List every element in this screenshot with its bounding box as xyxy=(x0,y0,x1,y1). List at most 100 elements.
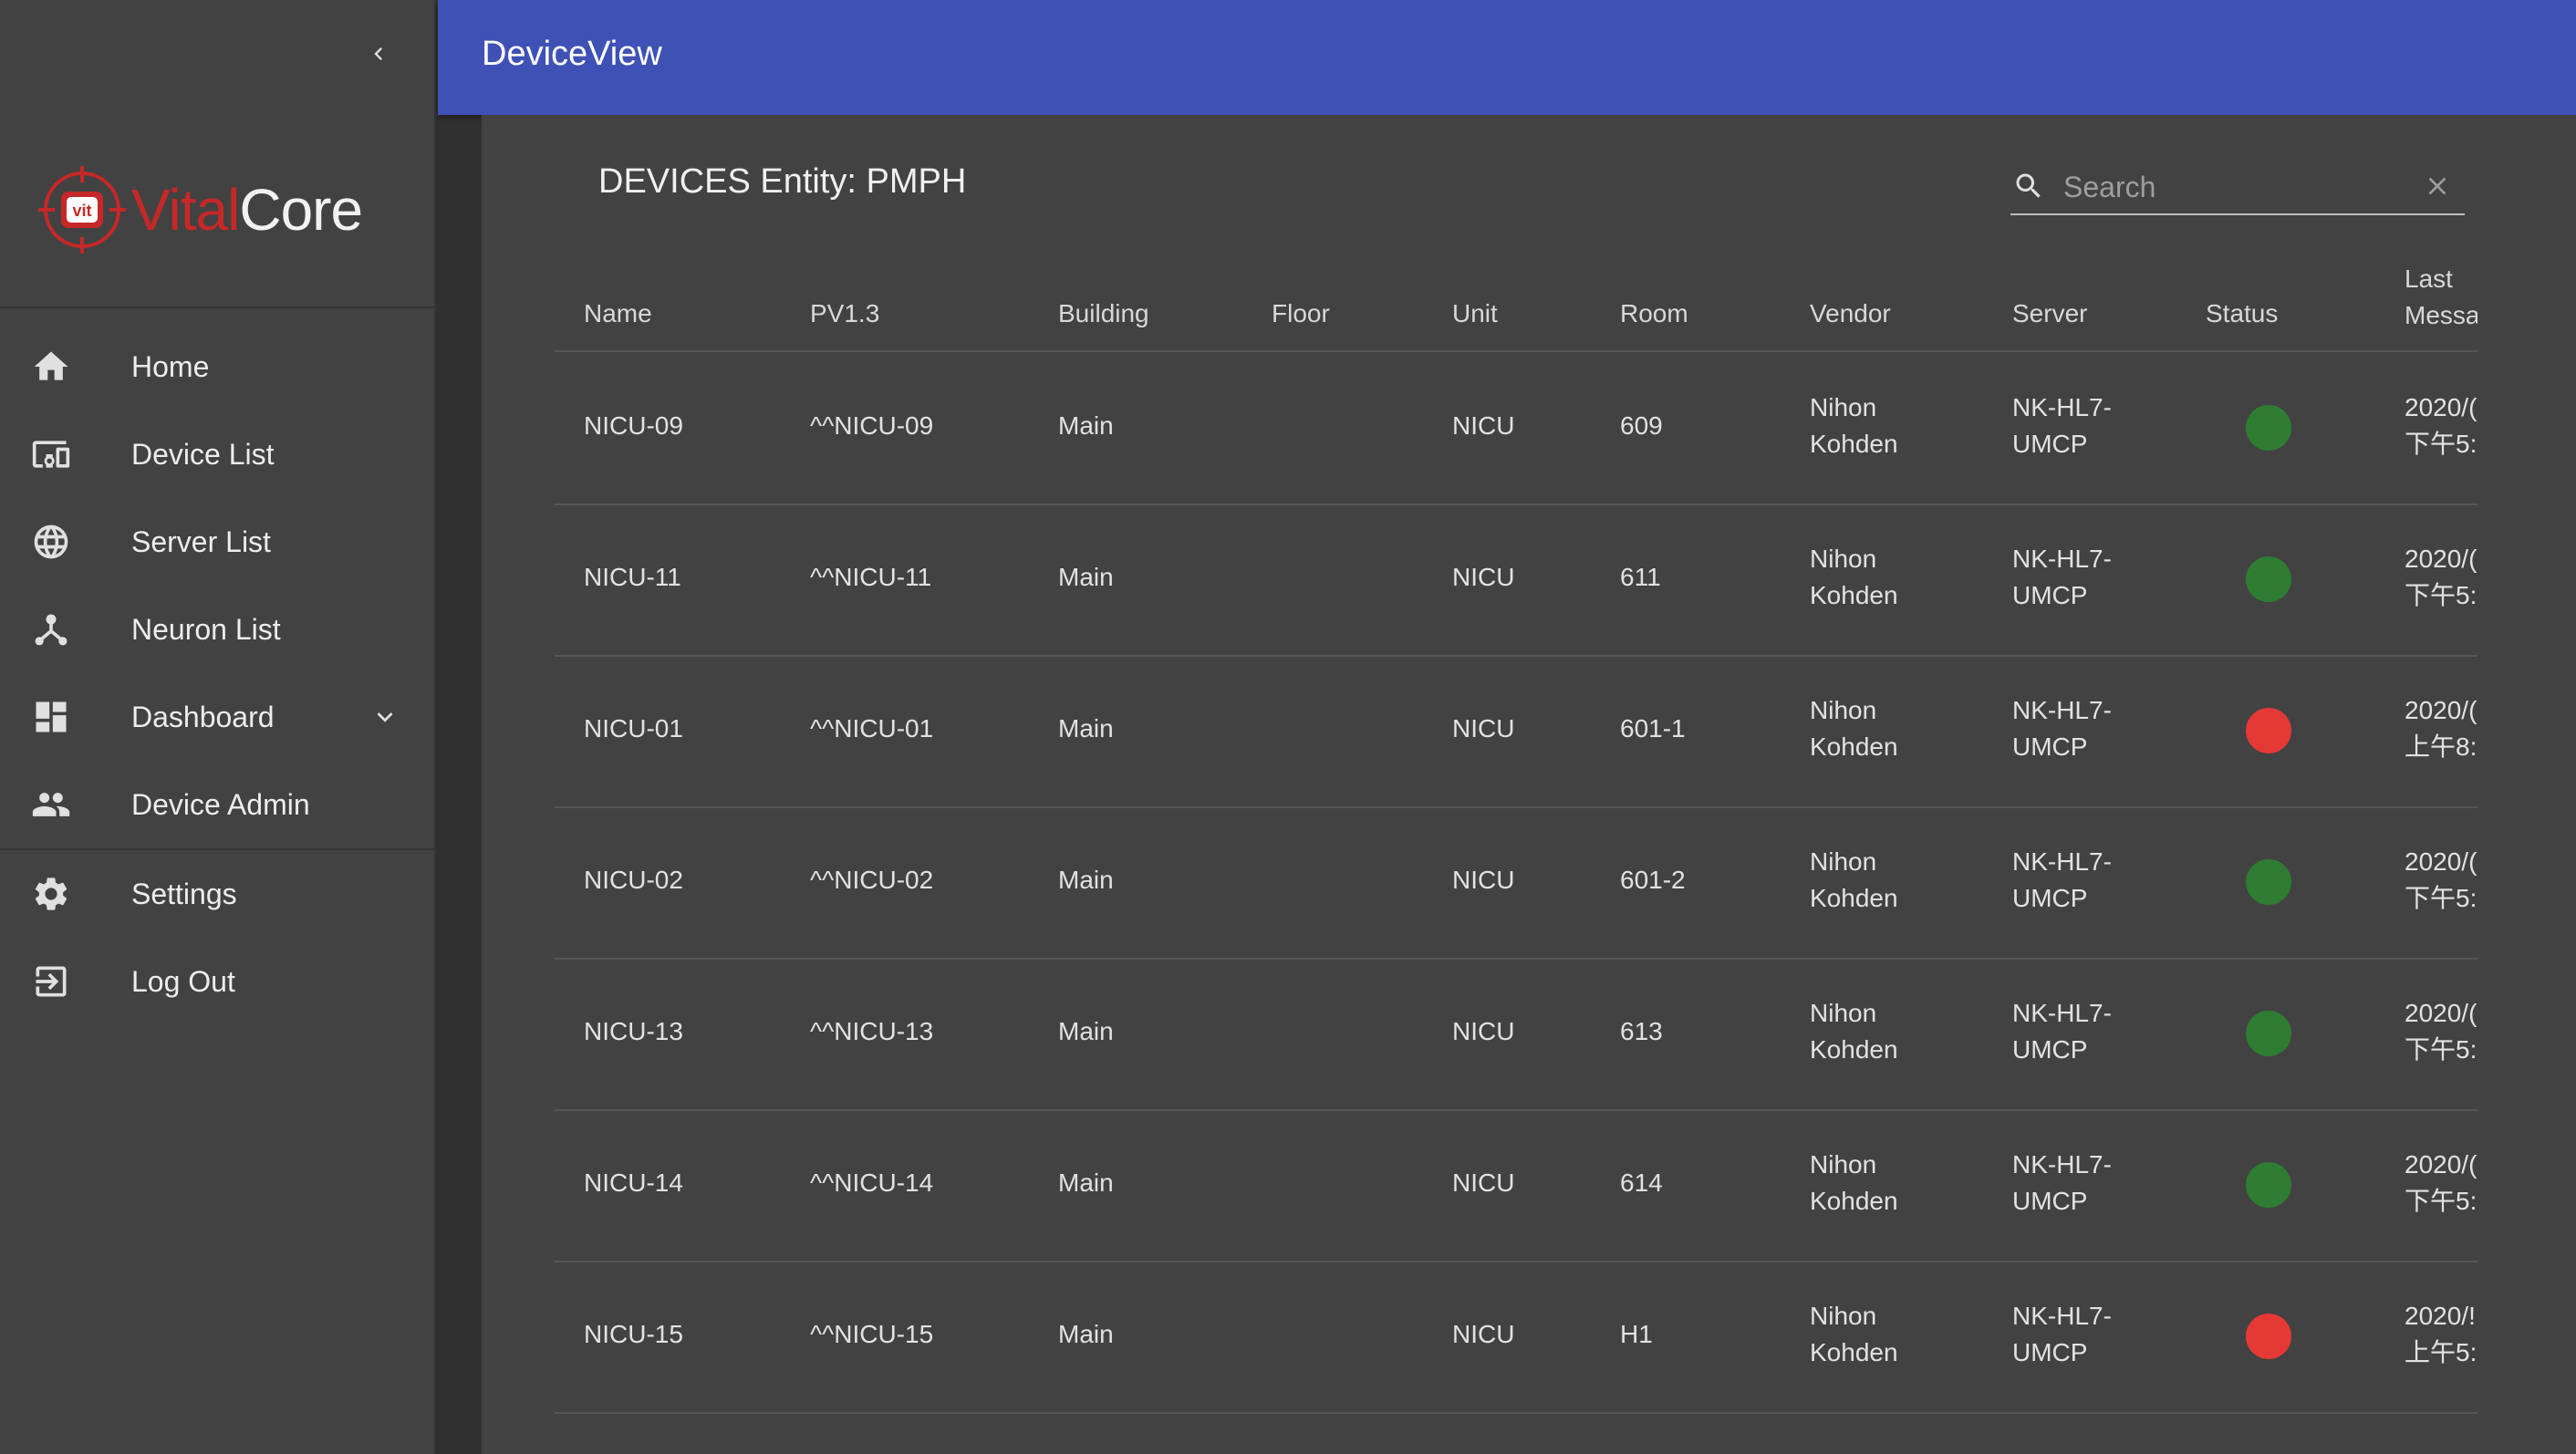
people-icon xyxy=(29,783,73,826)
sidebar-item-label: Log Out xyxy=(131,964,235,998)
column-header-room[interactable]: Room xyxy=(1620,296,1688,332)
sidebar-item-settings[interactable]: Settings xyxy=(0,850,436,938)
cell-vendor: Nihon Kohden xyxy=(1810,999,1898,1064)
gear-icon xyxy=(29,872,73,916)
cell-room: 609 xyxy=(1620,411,1663,440)
page-title: DEVICES Entity: PMPH xyxy=(598,162,967,201)
logout-icon xyxy=(29,960,73,1003)
devices-icon xyxy=(29,432,73,476)
cell-pv13: ^^NICU-13 xyxy=(810,1017,934,1045)
cell-last: 2020/(下午5: xyxy=(2405,1150,2477,1215)
sidebar-item-home[interactable]: Home xyxy=(0,323,436,410)
cell-room: 601-2 xyxy=(1620,866,1686,894)
sidebar-item-label: Device List xyxy=(131,437,275,471)
sidebar-item-neuron-list[interactable]: Neuron List xyxy=(0,586,436,673)
sidebar-item-dashboard[interactable]: Dashboard xyxy=(0,673,436,761)
column-header-building[interactable]: Building xyxy=(1058,296,1149,332)
cell-server: NK-HL7- UMCP xyxy=(2012,999,2112,1064)
cell-unit: NICU xyxy=(1452,1320,1515,1348)
cell-pv13: ^^NICU-15 xyxy=(810,1320,934,1348)
cell-server: NK-HL7- UMCP xyxy=(2012,696,2112,761)
dashboard-icon xyxy=(29,695,73,739)
search-field xyxy=(2010,161,2465,215)
table-row[interactable]: NICU-02 ^^NICU-02 Main NICU 601-2 Nihon Kohden… xyxy=(555,806,2477,960)
sidebar-item-label: Neuron List xyxy=(131,612,281,646)
status-indicator-icon xyxy=(2246,556,2291,602)
cell-unit: NICU xyxy=(1452,563,1515,591)
cell-name: NICU-13 xyxy=(584,1017,683,1045)
table-row[interactable]: NICU-01 ^^NICU-01 Main NICU 601-1 Nihon Kohden… xyxy=(555,655,2477,808)
cell-building: Main xyxy=(1058,1168,1114,1197)
devices-card: DEVICES Entity: PMPH Name PV1.3 Building… xyxy=(482,115,2576,1454)
cell-vendor: Nihon Kohden xyxy=(1810,696,1898,761)
cell-room: 613 xyxy=(1620,1017,1663,1045)
column-header-name[interactable]: Name xyxy=(584,296,652,332)
cell-last: 2020/! 上午5: xyxy=(2405,1302,2477,1366)
column-header-vendor[interactable]: Vendor xyxy=(1810,296,1891,332)
cell-last: 2020/(上午8: xyxy=(2405,696,2477,761)
sidebar-item-server-list[interactable]: Server List xyxy=(0,498,436,586)
cell-room: 611 xyxy=(1620,563,1661,591)
table-header: Name PV1.3 Building Floor Unit Room Vend… xyxy=(555,243,2477,352)
cell-name: NICU-01 xyxy=(584,714,683,743)
cell-pv13: ^^NICU-01 xyxy=(810,714,934,743)
cell-pv13: ^^NICU-09 xyxy=(810,411,934,440)
app-bar: DeviceView xyxy=(438,0,2576,115)
search-input[interactable] xyxy=(2062,164,2403,210)
cell-unit: NICU xyxy=(1452,714,1515,743)
cell-pv13: ^^NICU-14 xyxy=(810,1168,934,1197)
sidebar-divider xyxy=(0,306,436,308)
sidebar-item-log-out[interactable]: Log Out xyxy=(0,938,436,1025)
cell-vendor: Nihon Kohden xyxy=(1810,1150,1898,1215)
cell-pv13: ^^NICU-11 xyxy=(810,563,932,591)
column-header-floor[interactable]: Floor xyxy=(1272,296,1330,332)
cell-last: 2020/(下午5: xyxy=(2405,393,2477,458)
cell-unit: NICU xyxy=(1452,1168,1515,1197)
cell-name: NICU-02 xyxy=(584,866,683,894)
column-header-last-message[interactable]: Last Messa xyxy=(2405,261,2477,334)
cell-building: Main xyxy=(1058,1017,1114,1045)
cell-building: Main xyxy=(1058,866,1114,894)
cell-room: H1 xyxy=(1620,1320,1653,1348)
search-icon xyxy=(2016,173,2041,198)
table-row[interactable]: NICU-13 ^^NICU-13 Main NICU 613 Nihon Kohden NK… xyxy=(555,958,2477,1111)
table-row[interactable]: NICU-11 ^^NICU-11 Main NICU 611 Nihon Kohden NK… xyxy=(555,504,2477,657)
table-row[interactable]: NICU-09 ^^NICU-09 Main NICU 609 Nihon Kohden NK… xyxy=(555,352,2477,505)
chevron-left-icon xyxy=(374,47,382,60)
cell-vendor: Nihon Kohden xyxy=(1810,393,1898,458)
column-header-server[interactable]: Server xyxy=(2012,296,2087,332)
sidebar-item-device-list[interactable]: Device List xyxy=(0,410,436,498)
table-row[interactable]: NICU-14 ^^NICU-14 Main NICU 614 Nihon Kohden NK… xyxy=(555,1109,2477,1262)
cell-building: Main xyxy=(1058,411,1114,440)
cell-name: NICU-11 xyxy=(584,563,681,591)
cell-name: NICU-15 xyxy=(584,1320,683,1348)
cell-server: NK-HL7- UMCP xyxy=(2012,847,2112,912)
column-header-unit[interactable]: Unit xyxy=(1452,296,1498,332)
cell-last: 2020/(下午5: xyxy=(2405,847,2477,912)
cell-building: Main xyxy=(1058,714,1114,743)
cell-building: Main xyxy=(1058,1320,1114,1348)
cell-room: 601-1 xyxy=(1620,714,1686,743)
table-row[interactable]: NICU-15 ^^NICU-15 Main NICU H1 Nihon Kohden NK-… xyxy=(555,1261,2477,1414)
cell-server: NK-HL7- UMCP xyxy=(2012,393,2112,458)
collapse-sidebar-button[interactable] xyxy=(359,35,398,73)
sidebar-item-label: Device Admin xyxy=(131,787,310,821)
status-indicator-icon xyxy=(2246,1314,2291,1359)
cell-room: 614 xyxy=(1620,1168,1663,1197)
cell-server: NK-HL7- UMCP xyxy=(2012,1302,2112,1366)
globe-icon xyxy=(29,520,73,564)
devices-table: Name PV1.3 Building Floor Unit Room Vend… xyxy=(555,243,2477,1454)
column-header-status[interactable]: Status xyxy=(2206,296,2278,332)
sidebar-item-device-admin[interactable]: Device Admin xyxy=(0,761,436,848)
close-icon[interactable] xyxy=(2423,171,2452,201)
sidebar: vit VitalCore Home Device List Server Li… xyxy=(0,0,436,1454)
cell-building: Main xyxy=(1058,563,1114,591)
sidebar-item-label: Home xyxy=(131,349,210,383)
column-header-pv13[interactable]: PV1.3 xyxy=(810,296,879,332)
cell-server: NK-HL7- UMCP xyxy=(2012,1150,2112,1215)
status-indicator-icon xyxy=(2246,405,2291,451)
chevron-down-icon[interactable] xyxy=(367,699,403,735)
hub-icon xyxy=(29,608,73,651)
cell-unit: NICU xyxy=(1452,866,1515,894)
sidebar-item-label: Settings xyxy=(131,877,237,910)
